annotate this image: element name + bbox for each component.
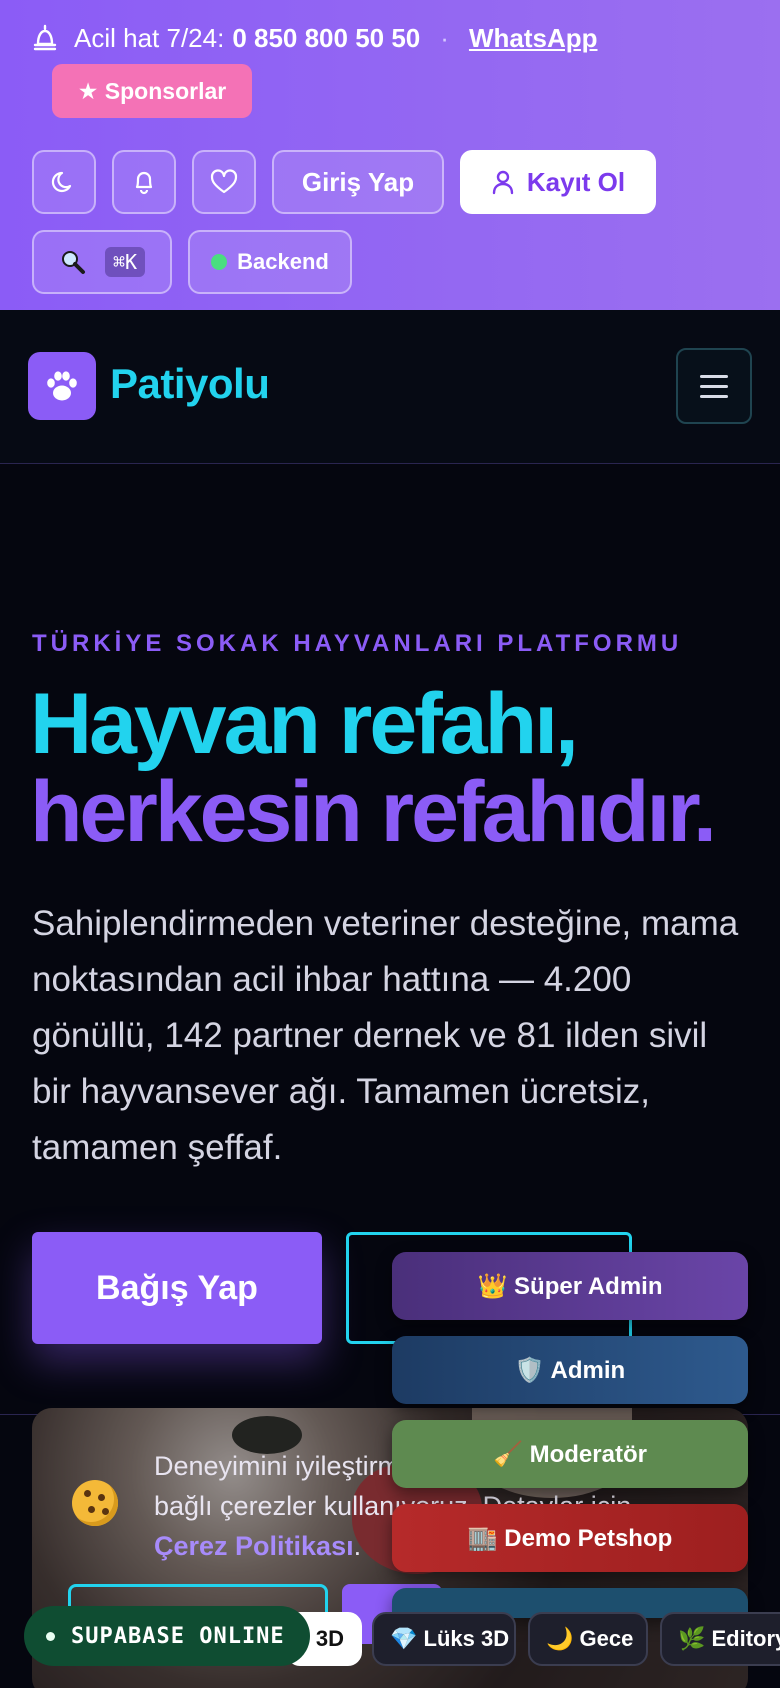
brand-name[interactable]: Patiyolu (110, 360, 270, 408)
top-utility-bar: Acil hat 7/24: 0 850 800 50 50 · WhatsAp… (0, 0, 780, 310)
hero-headline-line1: Hayvan refahı, (30, 676, 579, 772)
theme-chip-night[interactable]: 🌙 Gece (528, 1612, 648, 1666)
hotline-number[interactable]: 0 850 800 50 50 (232, 23, 420, 54)
backend-status-dot (211, 254, 228, 270)
hero-lead: Sahiplendirmeden veteriner desteğine, ma… (32, 904, 739, 1167)
heart-icon (210, 169, 238, 194)
logo[interactable] (28, 352, 96, 420)
search-icon (61, 251, 85, 274)
whatsapp-link[interactable]: WhatsApp (469, 23, 598, 54)
hero-headline-line2: herkesin refahıdır. (30, 764, 717, 860)
shortcut-kbd: ⌘K (104, 247, 146, 277)
user-icon (492, 170, 514, 195)
hero-eyebrow: TÜRKİYE SOKAK HAYVANLARI PLATFORMU (32, 630, 683, 657)
cookie-icon (72, 1480, 118, 1526)
role-moderator-button[interactable]: 🧹 Moderatör (392, 1420, 748, 1488)
bell-icon (135, 171, 153, 195)
cookie-policy-link[interactable]: Çerez Politikası (154, 1531, 354, 1561)
notifications-button[interactable] (112, 150, 176, 214)
role-admin-button[interactable]: 🛡️ Admin (392, 1336, 748, 1404)
sponsors-button[interactable]: ★ Sponsorlar (52, 64, 252, 118)
hamburger-menu-button[interactable] (676, 348, 752, 424)
moon-icon (51, 171, 72, 193)
paw-icon (47, 371, 77, 401)
search-command-button[interactable]: ⌘K (32, 230, 172, 294)
hotline: Acil hat 7/24: 0 850 800 50 50 · WhatsAp… (32, 22, 598, 54)
register-button[interactable]: Kayıt Ol (460, 150, 656, 214)
theme-chip-editorial[interactable]: 🌿 Editory (660, 1612, 780, 1666)
theme-toggle-button[interactable] (32, 150, 96, 214)
backend-status-button[interactable]: Backend (188, 230, 352, 294)
favorites-button[interactable] (192, 150, 256, 214)
status-label: SUPABASE ONLINE (71, 1623, 285, 1649)
role-super-admin-button[interactable]: 👑 Süper Admin (392, 1252, 748, 1320)
backend-label: Backend (237, 249, 329, 274)
hotline-label: Acil hat 7/24: (74, 22, 225, 53)
main-navbar: Patiyolu (0, 310, 780, 464)
login-button[interactable]: Giriş Yap (272, 150, 444, 214)
hamburger-icon (700, 374, 728, 378)
separator-dot: · (440, 22, 449, 53)
status-dot (46, 1631, 55, 1641)
donate-button[interactable]: Bağış Yap (32, 1232, 322, 1344)
role-demo-petshop-button[interactable]: 🏬 Demo Petshop (392, 1504, 748, 1572)
register-label: Kayıt Ol (526, 166, 626, 197)
supabase-status-badge: SUPABASE ONLINE (24, 1606, 310, 1666)
theme-chip-lux-3d[interactable]: 💎 Lüks 3D (372, 1612, 516, 1666)
bell-hotline-icon (33, 24, 57, 51)
